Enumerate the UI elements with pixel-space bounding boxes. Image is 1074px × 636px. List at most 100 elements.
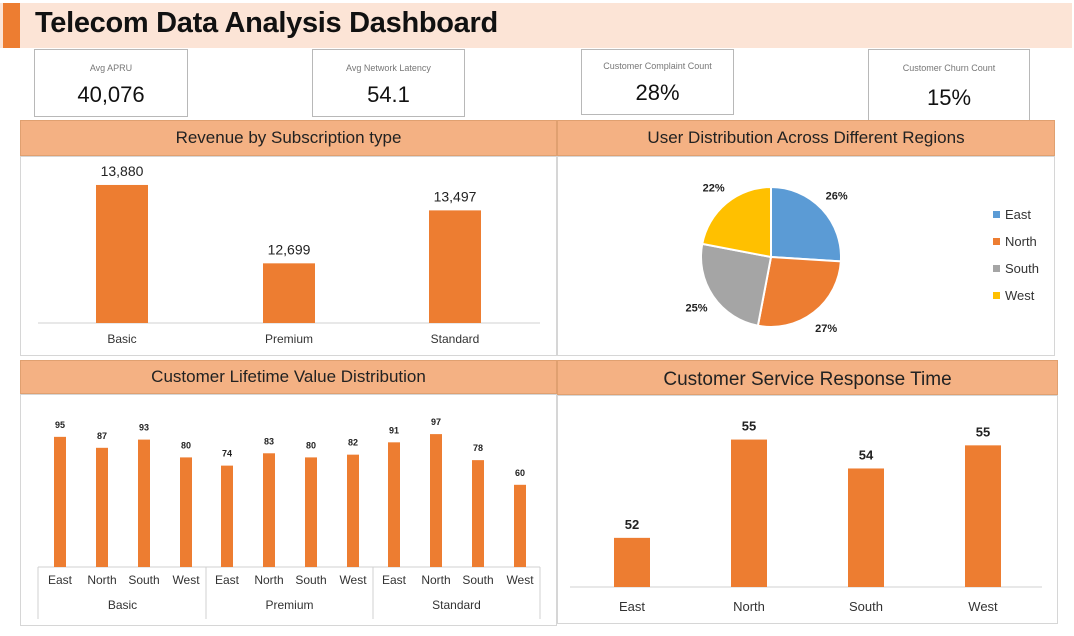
response-chart-panel: 52 East 55 North 54 South 55 West	[557, 395, 1058, 624]
data-label: 80	[181, 440, 191, 450]
data-label: 91	[389, 425, 399, 435]
bar-premium-north	[263, 453, 275, 567]
data-label: 12,699	[268, 241, 311, 257]
revenue-bar-chart: 13,880 Basic 12,699 Premium 13,497 Standard	[38, 163, 540, 346]
kpi-card-avg-network-latency: Avg Network Latency 54.1	[312, 49, 465, 117]
x-tick-label: South	[462, 573, 493, 587]
group-label: Basic	[108, 598, 137, 612]
bar-premium-east	[221, 465, 233, 567]
x-tick-label: East	[619, 599, 645, 614]
x-tick-label: West	[506, 573, 534, 587]
revenue-chart-header: Revenue by Subscription type	[20, 120, 557, 156]
slice-label: 25%	[686, 303, 708, 315]
x-tick-label: South	[849, 599, 883, 614]
x-tick-label: Premium	[265, 332, 313, 346]
x-tick-label: Standard	[431, 332, 480, 346]
kpi-card-complaint-count: Customer Complaint Count 28%	[581, 49, 734, 115]
pie-slice-west	[701, 185, 772, 259]
kpi-card-avg-apru: Avg APRU 40,076	[34, 49, 188, 117]
legend-swatch	[993, 265, 1000, 272]
title-accent-bar	[3, 3, 20, 48]
x-tick-label: West	[339, 573, 367, 587]
bar-basic-east	[54, 436, 66, 567]
response-bar-chart: 52 East 55 North 54 South 55 West	[570, 419, 1042, 614]
kpi-value: 40,076	[77, 82, 145, 107]
bar-standard-north	[430, 434, 442, 567]
bar-east	[614, 537, 650, 587]
regions-pie-chart: 26% East 27% North 25% South 22% West	[686, 183, 1039, 335]
data-label: 55	[976, 424, 990, 439]
x-tick-label: West	[968, 599, 998, 614]
bar-premium-south	[305, 457, 317, 567]
data-label: 60	[515, 468, 525, 478]
x-tick-label: South	[295, 573, 326, 587]
kpi-label: Avg Network Latency	[346, 63, 431, 73]
response-chart-header: Customer Service Response Time	[557, 360, 1058, 395]
clv-chart-panel: 95 East 87 North 93 South 80 West Basic 74 East 83 N…	[20, 394, 557, 626]
data-label: 78	[473, 443, 483, 453]
data-label: 83	[264, 436, 274, 446]
data-label: 52	[625, 517, 639, 532]
legend-swatch	[993, 211, 1000, 218]
x-tick-label: West	[172, 573, 200, 587]
legend-label: West	[1005, 288, 1035, 303]
legend-label: East	[1005, 207, 1031, 222]
data-label: 55	[742, 419, 756, 434]
kpi-card-churn-count: Customer Churn Count 15%	[868, 49, 1030, 121]
data-label: 80	[306, 440, 316, 450]
bar-standard	[429, 210, 481, 323]
kpi-label: Customer Complaint Count	[603, 61, 712, 71]
bar-premium	[263, 263, 315, 323]
data-label: 82	[348, 438, 358, 448]
legend-label: North	[1005, 234, 1037, 249]
kpi-value: 28%	[635, 80, 680, 105]
legend-label: South	[1005, 261, 1039, 276]
clv-chart-header: Customer Lifetime Value Distribution	[20, 360, 557, 394]
slice-label: 27%	[815, 323, 837, 335]
kpi-label: Customer Churn Count	[902, 63, 996, 73]
pie-slice-north	[756, 255, 842, 328]
pie-slice-south	[700, 242, 773, 327]
data-label: 74	[222, 449, 232, 459]
dashboard-title: Telecom Data Analysis Dashboard	[35, 7, 498, 39]
slice-label: 26%	[826, 190, 848, 202]
kpi-value: 15%	[926, 85, 972, 110]
data-label: 87	[97, 431, 107, 441]
x-tick-label: East	[215, 573, 240, 587]
bar-basic-north	[96, 447, 108, 567]
data-label: 97	[431, 417, 441, 427]
bar-basic	[96, 184, 148, 323]
kpi-label: Avg APRU	[89, 63, 133, 73]
kpi-value: 54.1	[367, 82, 410, 107]
x-tick-label: North	[87, 573, 116, 587]
x-tick-label: North	[733, 599, 765, 614]
bar-south	[848, 468, 884, 587]
revenue-chart-panel: 13,880 Basic 12,699 Premium 13,497 Standard	[20, 156, 557, 356]
bar-premium-west	[347, 454, 359, 567]
data-label: 13,880	[101, 163, 144, 179]
bar-standard-east	[388, 442, 400, 567]
clv-bar-chart: 95 East 87 North 93 South 80 West Basic 74 East 83 N…	[37, 417, 541, 619]
group-label: Premium	[265, 598, 313, 612]
bar-basic-south	[138, 439, 150, 567]
regions-chart-panel: 26% East 27% North 25% South 22% West	[557, 156, 1055, 356]
regions-chart-header: User Distribution Across Different Regio…	[557, 120, 1055, 156]
x-tick-label: Basic	[107, 332, 136, 346]
x-tick-label: East	[382, 573, 407, 587]
legend-swatch	[993, 238, 1000, 245]
bar-standard-south	[472, 460, 484, 567]
x-tick-label: North	[254, 573, 283, 587]
legend-swatch	[993, 292, 1000, 299]
bar-west	[965, 445, 1001, 587]
bar-standard-west	[514, 484, 526, 567]
x-tick-label: North	[421, 573, 450, 587]
data-label: 95	[55, 420, 65, 430]
data-label: 13,497	[434, 188, 477, 204]
x-tick-label: South	[128, 573, 159, 587]
bar-basic-west	[180, 457, 192, 567]
data-label: 54	[859, 447, 874, 462]
slice-label: 22%	[703, 183, 725, 195]
x-tick-label: East	[48, 573, 73, 587]
group-label: Standard	[432, 598, 481, 612]
data-label: 93	[139, 423, 149, 433]
